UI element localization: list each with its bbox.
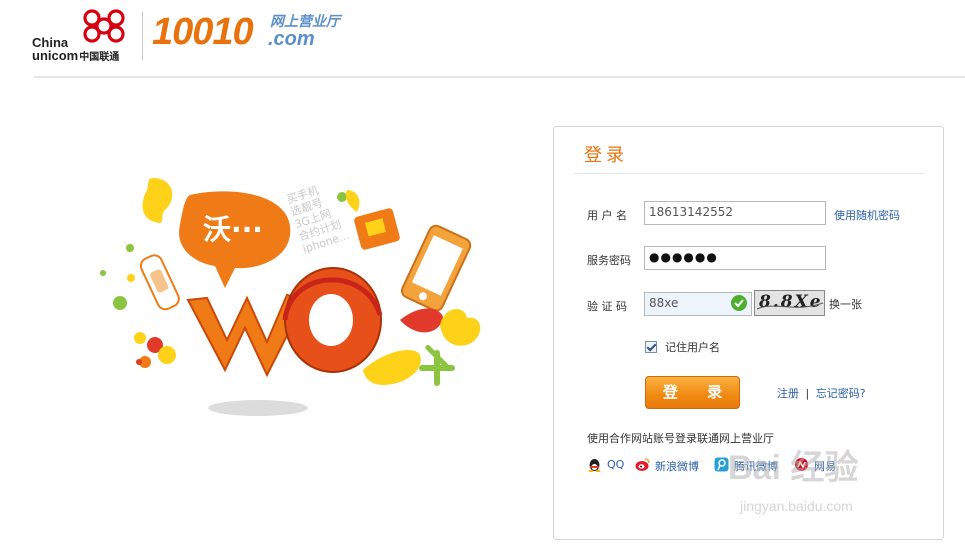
password-label: 服务密码 [587, 254, 631, 267]
username-label: 用 户 名 [587, 209, 627, 222]
watermark-sub: jingyan.baidu.com [740, 498, 853, 514]
logo-en-line2: unicom [32, 48, 79, 63]
tencent-weibo-icon [714, 457, 729, 472]
link-separator: | [805, 387, 810, 400]
remember-username-checkbox[interactable] [645, 341, 657, 353]
brand-number: 10010 [152, 11, 254, 53]
remember-username-label[interactable]: 记住用户名 [665, 339, 720, 355]
logo-cn: 中国联通 [79, 52, 120, 63]
china-unicom-logo[interactable]: China unicom中国联通 [32, 6, 137, 64]
captcha-noise [756, 302, 824, 310]
qq-penguin-icon [588, 459, 601, 472]
bubble-text: 沃··· [203, 213, 263, 246]
register-link[interactable]: 注册 [777, 387, 799, 400]
refresh-captcha-link[interactable]: 换一张 [829, 296, 862, 312]
unicom-logo-text: China unicom中国联通 [32, 36, 119, 64]
links-row: 注册 | 忘记密码? [777, 385, 866, 401]
promo-illustration: 沃··· 买手机 选靓号 3G上网 合约计划 iphone... [95, 170, 495, 420]
username-field[interactable]: 18613142552 [644, 201, 826, 225]
baidu-jingyan-watermark: Bai 经验 jingyan.baidu.com [728, 440, 918, 524]
title-divider [574, 173, 924, 174]
login-button[interactable]: 登 录 [645, 376, 740, 409]
site-header: China unicom中国联通 10010 网上营业厅 .com [0, 0, 965, 80]
captcha-label: 验 证 码 [587, 300, 627, 313]
partner-qq-label: QQ [607, 458, 625, 471]
watermark-main: Bai 经验 [728, 449, 859, 487]
forgot-password-link[interactable]: 忘记密码? [816, 387, 866, 400]
captcha-image[interactable]: 8.8Xe [754, 290, 825, 316]
header-separator [142, 12, 143, 60]
header-divider [34, 76, 965, 78]
password-field[interactable]: ●●●●●● [644, 246, 826, 270]
brand-domain: .com [268, 28, 315, 50]
sina-weibo-icon [635, 458, 650, 471]
captcha-valid-check-icon [731, 295, 747, 311]
random-password-link[interactable]: 使用随机密码 [834, 207, 900, 223]
login-title: 登录 [584, 145, 628, 166]
partner-sina-weibo-label: 新浪微博 [655, 460, 699, 473]
